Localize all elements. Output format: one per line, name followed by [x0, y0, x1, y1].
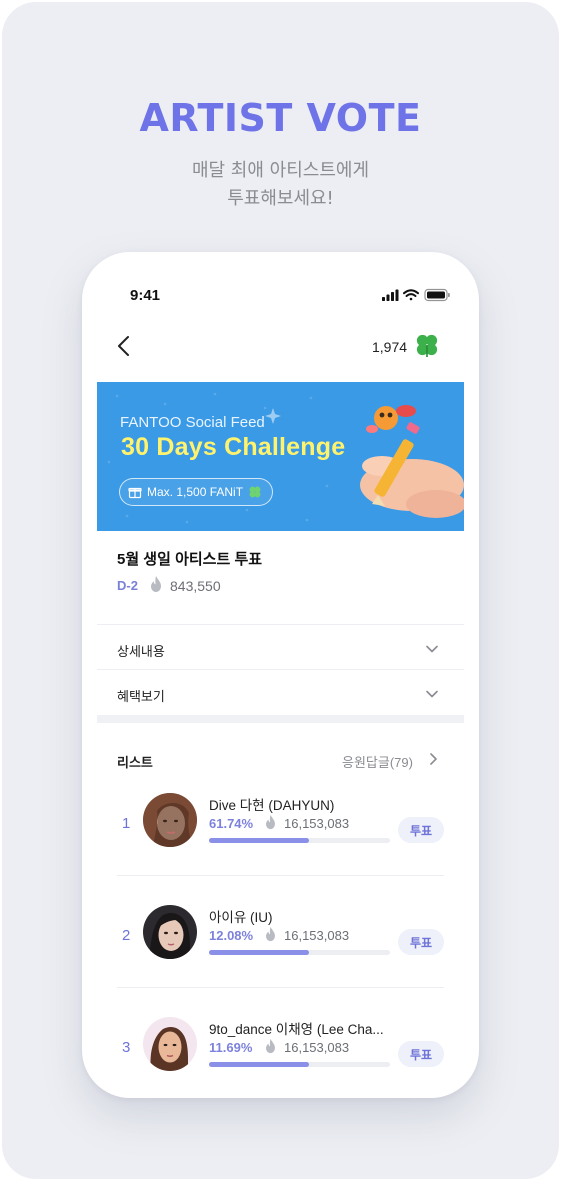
flame-icon — [266, 814, 275, 830]
cheer-replies-link[interactable]: 응원답글(79) — [342, 752, 413, 771]
reward-pill: Max. 1,500 FANiT — [119, 478, 274, 506]
vote-percent: 12.08% — [209, 928, 254, 943]
status-time: 9:41 — [130, 287, 161, 304]
vote-percent: 11.69% — [209, 1040, 253, 1055]
vote-progress-fill — [209, 1062, 309, 1067]
list-item[interactable]: 2 아이유 (IU) 12.08% 16,153,083 투표 — [82, 885, 479, 988]
rank-number: 3 — [122, 1039, 131, 1056]
phone-frame: 9:41 1,974 FANTOO Social Feed 30 Days Ch… — [82, 252, 479, 1098]
divider — [117, 875, 444, 876]
list-item[interactable]: 3 9to_dance 이채영 (Lee Cha... 11.69% 16,15… — [82, 997, 479, 1097]
list-label: 리스트 — [117, 755, 153, 770]
vote-progress-bar — [209, 1062, 390, 1067]
rank-number: 2 — [122, 927, 131, 944]
hero-title: ARTIST VOTE — [139, 96, 422, 140]
promo-banner[interactable]: FANTOO Social Feed 30 Days Challenge Max… — [97, 382, 464, 531]
flame-icon — [266, 926, 275, 942]
dday-badge: D-2 — [117, 578, 138, 593]
points-value: 1,974 — [372, 339, 408, 355]
hero-subtitle-line2: 투표해보세요! — [227, 188, 334, 209]
section-separator — [97, 715, 464, 723]
chevron-down-icon[interactable] — [425, 689, 439, 699]
vote-progress-bar — [209, 950, 390, 955]
artist-name: Dive 다현 (DAHYUN) — [209, 798, 335, 813]
vote-progress-fill — [209, 950, 309, 955]
total-vote-count: 843,550 — [170, 578, 221, 594]
clover-icon — [249, 486, 261, 498]
avatar — [143, 905, 197, 959]
gift-icon — [128, 487, 142, 499]
vote-button[interactable]: 투표 — [398, 1041, 444, 1067]
vote-percent: 61.74% — [209, 816, 254, 831]
divider — [97, 669, 464, 670]
divider — [117, 987, 444, 988]
vote-count: 16,153,083 — [284, 928, 350, 943]
reward-label: Max. 1,500 FANiT — [147, 485, 244, 499]
status-icons — [382, 288, 450, 302]
divider — [97, 624, 464, 625]
clover-icon — [416, 334, 438, 357]
benefits-row-label[interactable]: 혜택보기 — [117, 686, 165, 705]
signal-icon — [382, 289, 399, 301]
banner-title: 30 Days Challenge — [121, 433, 346, 461]
avatar — [143, 793, 197, 847]
vote-count: 16,153,083 — [284, 816, 350, 831]
chevron-right-icon[interactable] — [428, 752, 438, 766]
banner-subtitle: FANTOO Social Feed — [120, 414, 265, 431]
vote-count: 16,153,083 — [284, 1040, 350, 1055]
vote-title: 5월 생일 아티스트 투표 — [117, 551, 263, 568]
flame-icon — [151, 576, 161, 592]
hero-subtitle-line1: 매달 최애 아티스트에게 — [191, 160, 370, 181]
flame-icon — [266, 1038, 275, 1054]
vote-button[interactable]: 투표 — [398, 817, 444, 843]
avatar — [143, 1017, 197, 1071]
battery-icon — [424, 288, 450, 302]
artist-name: 아이유 (IU) — [209, 910, 273, 925]
details-row-label[interactable]: 상세내용 — [117, 641, 165, 660]
chevron-down-icon[interactable] — [425, 644, 439, 654]
chevron-left-icon[interactable] — [116, 335, 132, 357]
wifi-icon — [403, 289, 419, 301]
vote-progress-bar — [209, 838, 390, 843]
vote-progress-fill — [209, 838, 309, 843]
artist-name: 9to_dance 이채영 (Lee Cha... — [209, 1022, 384, 1037]
hand-pencil-illustration — [360, 405, 464, 518]
rank-number: 1 — [122, 815, 131, 832]
list-item[interactable]: 1 Dive 다현 (DAHYUN) 61.74% 16,153,083 투표 — [82, 773, 479, 876]
vote-button[interactable]: 투표 — [398, 929, 444, 955]
